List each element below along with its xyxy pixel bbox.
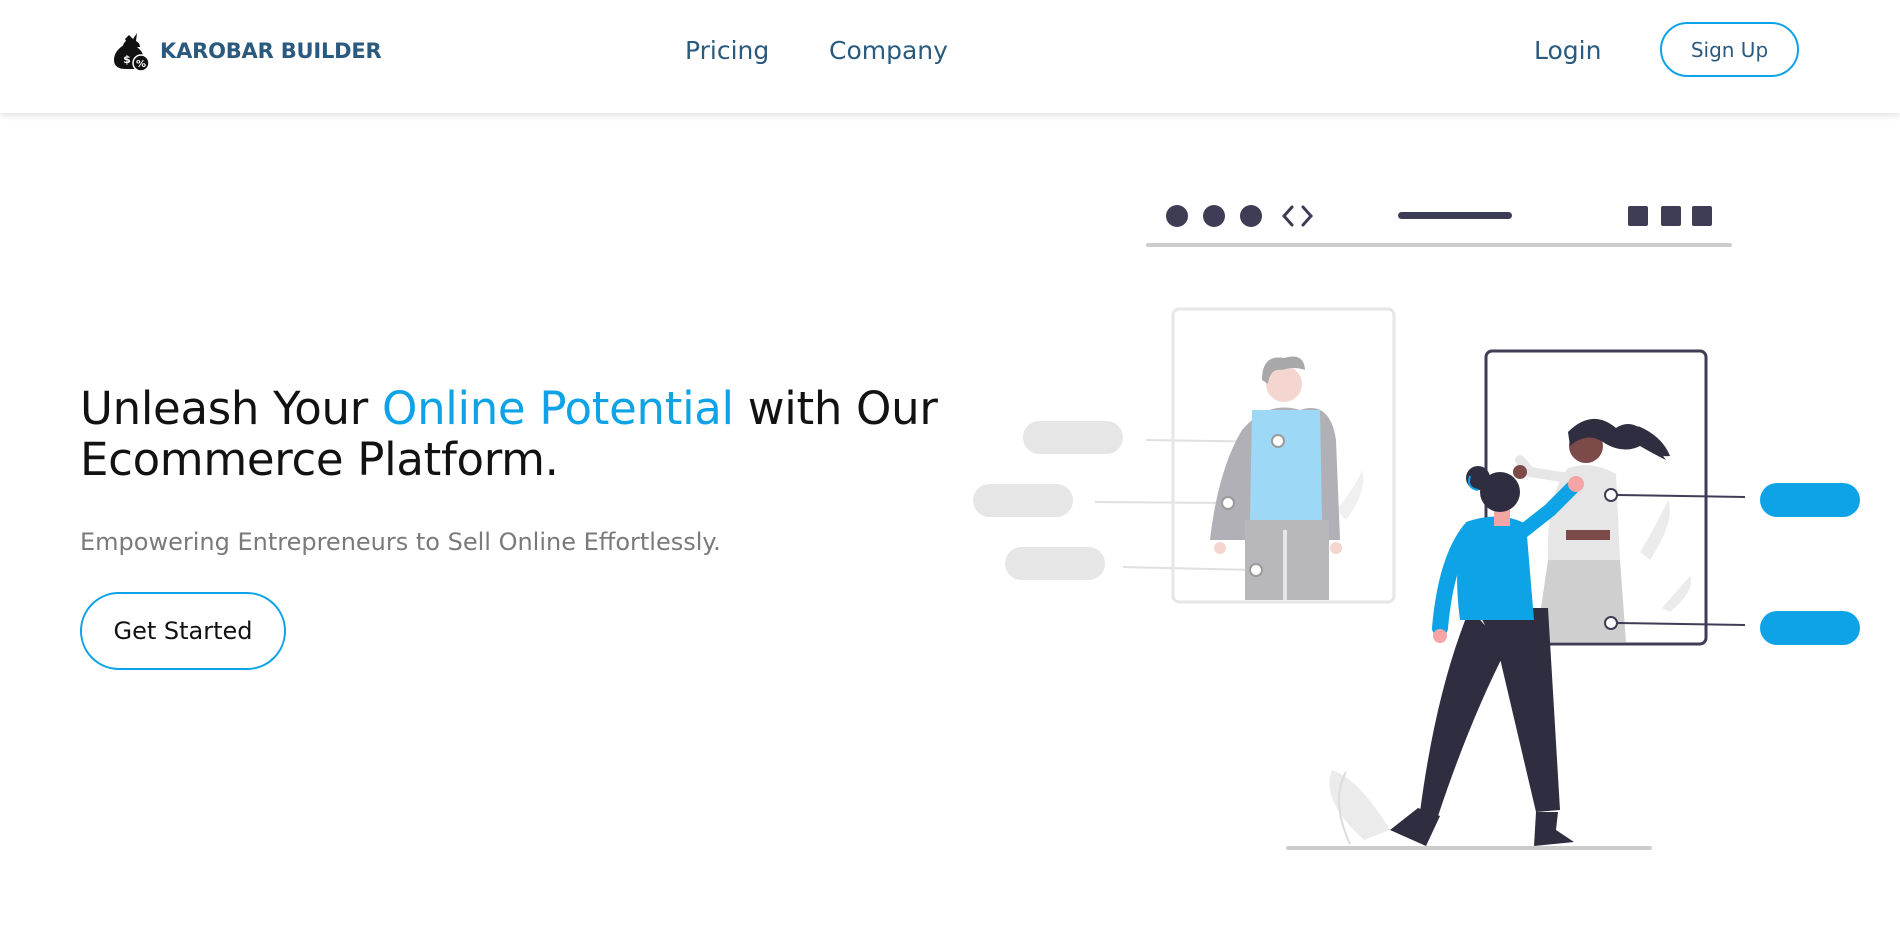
money-bag-icon: $ % — [114, 33, 150, 72]
nav-link-pricing[interactable]: Pricing — [685, 36, 769, 66]
login-link[interactable]: Login — [1534, 36, 1601, 66]
top-navbar: $ % KAROBAR BUILDER Pricing Company Logi… — [0, 0, 1900, 113]
signup-button[interactable]: Sign Up — [1660, 22, 1799, 77]
hero-title: Unleash Your Online Potential with Our E… — [80, 383, 940, 485]
hero-subtitle: Empowering Entrepreneurs to Sell Online … — [80, 528, 721, 556]
get-started-button[interactable]: Get Started — [80, 592, 286, 670]
nav-link-company[interactable]: Company — [829, 36, 948, 66]
brand-logo-link[interactable]: $ % KAROBAR BUILDER — [110, 30, 382, 72]
brand-name: KAROBAR BUILDER — [160, 39, 382, 63]
svg-text:%: % — [136, 59, 146, 70]
browser-toolbar-graphic — [1146, 205, 1732, 247]
hero-title-highlight: Online Potential — [381, 382, 734, 435]
hero-title-part1: Unleash Your — [80, 382, 382, 435]
svg-text:$: $ — [123, 53, 131, 66]
fashion-ecommerce-illustration — [973, 205, 1860, 850]
